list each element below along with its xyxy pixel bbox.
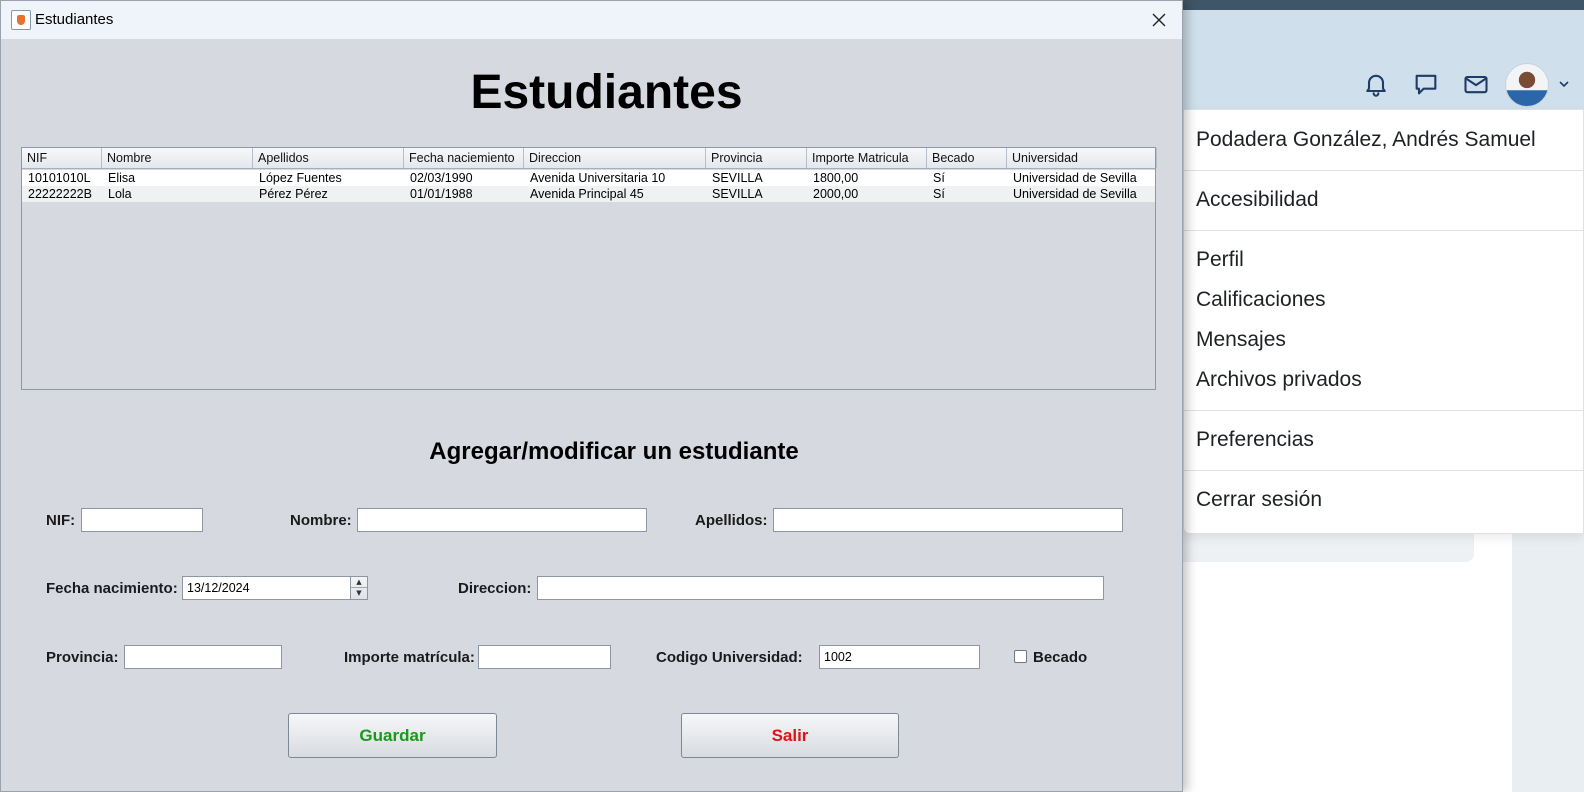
importe-matricula-label: Importe matrícula:: [344, 649, 475, 666]
table-cell: Avenida Universitaria 10: [530, 171, 666, 185]
table-cell: Pérez Pérez: [259, 187, 328, 201]
table-cell: 1800,00: [813, 171, 859, 185]
table-cell: SEVILLA: [712, 187, 763, 201]
java-app-icon: [11, 10, 31, 30]
page-title: Estudiantes: [470, 66, 743, 119]
menu-item-perfil[interactable]: Perfil: [1196, 248, 1244, 272]
spinner-up-icon[interactable]: ▲: [351, 577, 367, 588]
nif-label: NIF:: [46, 512, 76, 529]
close-icon[interactable]: [1144, 5, 1174, 35]
table-header: NIF Nombre Apellidos Fecha naciemiento D…: [22, 148, 1157, 169]
table-row[interactable]: 22222222B Lola Pérez Pérez 01/01/1988 Av…: [22, 186, 1155, 202]
save-button[interactable]: Guardar: [288, 713, 497, 758]
column-header-becado[interactable]: Becado: [927, 148, 1007, 168]
apellidos-label: Apellidos:: [695, 512, 768, 529]
table-cell: 22222222B: [28, 187, 92, 201]
column-header-direccion[interactable]: Direccion: [524, 148, 706, 168]
table-cell: Lola: [108, 187, 132, 201]
browser-top-strip: [1170, 0, 1584, 10]
codigo-universidad-input[interactable]: [819, 645, 980, 669]
menu-divider: [1184, 170, 1583, 171]
table-cell: López Fuentes: [259, 171, 342, 185]
column-header-apellidos[interactable]: Apellidos: [253, 148, 404, 168]
date-spinner[interactable]: ▲ ▼: [350, 576, 368, 600]
table-cell: Avenida Principal 45: [530, 187, 644, 201]
menu-item-mensajes[interactable]: Mensajes: [1196, 328, 1286, 352]
menu-divider: [1184, 470, 1583, 471]
table-cell: Universidad de Sevilla: [1013, 187, 1137, 201]
students-table[interactable]: NIF Nombre Apellidos Fecha naciemiento D…: [21, 147, 1157, 390]
table-cell: Sí: [933, 187, 945, 201]
column-header-universidad[interactable]: Universidad: [1007, 148, 1157, 168]
table-row[interactable]: 10101010L Elisa López Fuentes 02/03/1990…: [22, 170, 1155, 186]
user-menu: Podadera González, Andrés Samuel Accesib…: [1183, 109, 1584, 534]
bell-icon[interactable]: [1362, 70, 1390, 98]
nif-input[interactable]: [81, 508, 203, 532]
estudiantes-window: Estudiantes Estudiantes NIF Nombre Apell…: [0, 0, 1183, 792]
chat-icon[interactable]: [1412, 70, 1440, 98]
mail-icon[interactable]: [1462, 70, 1490, 98]
direccion-label: Direccion:: [458, 580, 532, 597]
nombre-input[interactable]: [357, 508, 647, 532]
avatar[interactable]: [1505, 63, 1549, 107]
column-header-provincia[interactable]: Provincia: [706, 148, 807, 168]
table-cell: SEVILLA: [712, 171, 763, 185]
table-cell: Elisa: [108, 171, 136, 185]
provincia-input[interactable]: [124, 645, 282, 669]
menu-divider: [1184, 410, 1583, 411]
title-bar[interactable]: Estudiantes: [1, 1, 1182, 39]
window-title: Estudiantes: [35, 11, 114, 28]
exit-button[interactable]: Salir: [681, 713, 899, 758]
table-cell: 2000,00: [813, 187, 859, 201]
column-header-nif[interactable]: NIF: [22, 148, 102, 168]
column-header-nombre[interactable]: Nombre: [102, 148, 253, 168]
table-cell: 01/01/1988: [410, 187, 473, 201]
nombre-label: Nombre:: [290, 512, 352, 529]
column-header-importe[interactable]: Importe Matricula: [807, 148, 927, 168]
table-cell: 10101010L: [28, 171, 91, 185]
direccion-input[interactable]: [537, 576, 1104, 600]
form-title: Agregar/modificar un estudiante: [429, 438, 799, 465]
provincia-label: Provincia:: [46, 649, 119, 666]
menu-item-accesibilidad[interactable]: Accesibilidad: [1196, 188, 1319, 212]
table-cell: Universidad de Sevilla: [1013, 171, 1137, 185]
table-cell: Sí: [933, 171, 945, 185]
menu-item-calificaciones[interactable]: Calificaciones: [1196, 288, 1326, 312]
menu-item-cerrar-sesion[interactable]: Cerrar sesión: [1196, 488, 1322, 512]
menu-item-archivos-privados[interactable]: Archivos privados: [1196, 368, 1362, 392]
menu-divider: [1184, 230, 1583, 231]
fecha-nacimiento-input[interactable]: [182, 576, 351, 600]
becado-checkbox[interactable]: [1014, 650, 1027, 663]
importe-matricula-input[interactable]: [478, 645, 611, 669]
column-header-fecha[interactable]: Fecha naciemiento: [404, 148, 524, 168]
content-card: [1170, 530, 1474, 562]
codigo-universidad-label: Codigo Universidad:: [656, 649, 803, 666]
apellidos-input[interactable]: [773, 508, 1123, 532]
chevron-down-icon[interactable]: [1557, 76, 1571, 90]
spinner-down-icon[interactable]: ▼: [351, 588, 367, 599]
table-cell: 02/03/1990: [410, 171, 473, 185]
user-name: Podadera González, Andrés Samuel: [1196, 128, 1536, 151]
fecha-nacimiento-label: Fecha nacimiento:: [46, 580, 178, 597]
becado-label[interactable]: Becado: [1033, 649, 1087, 666]
